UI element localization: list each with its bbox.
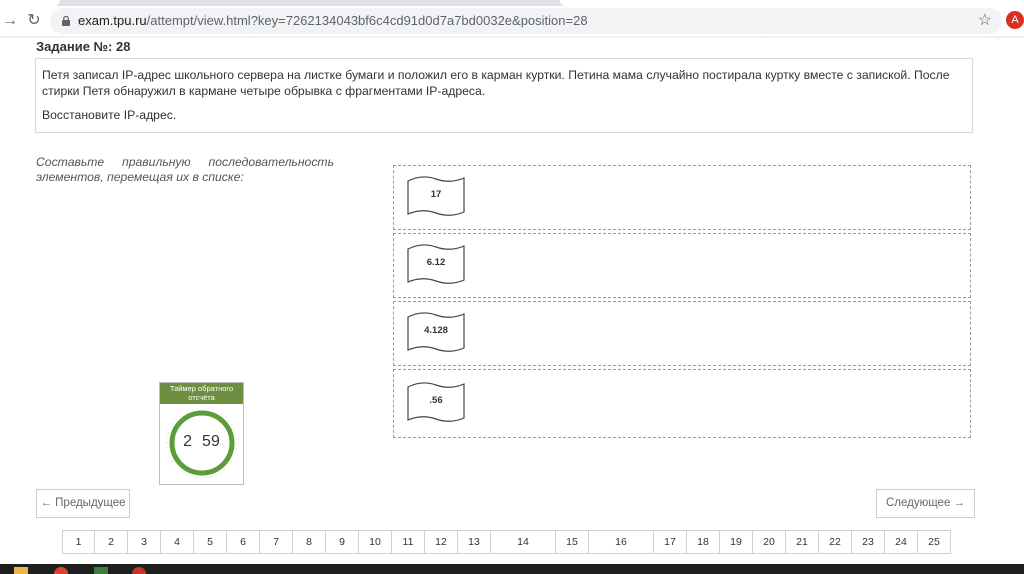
- task-text-box: Петя записал IP-адрес школьного сервера …: [35, 58, 973, 133]
- task-number: Задание №: 28: [36, 39, 131, 54]
- browser-toolbar: → ↻ exam.tpu.ru/attempt/view.html?key=72…: [0, 6, 1024, 36]
- os-taskbar: [0, 564, 1024, 574]
- paper-fragment-4[interactable]: .56: [405, 380, 467, 424]
- sortable-slot-4[interactable]: .56: [393, 369, 971, 438]
- forward-icon[interactable]: →: [0, 11, 20, 31]
- app-icon[interactable]: [94, 567, 108, 574]
- fragment-label: 17: [430, 189, 442, 200]
- address-bar[interactable]: exam.tpu.ru/attempt/view.html?key=726213…: [50, 8, 1002, 34]
- page-button[interactable]: 11: [391, 530, 425, 554]
- fragment-label: 6.12: [426, 257, 446, 268]
- sortable-slot-3[interactable]: 4.128: [393, 301, 971, 366]
- page-button[interactable]: 5: [193, 530, 227, 554]
- page-button[interactable]: 12: [424, 530, 458, 554]
- page-button[interactable]: 7: [259, 530, 293, 554]
- page-button[interactable]: 16: [588, 530, 654, 554]
- sortable-slot-1[interactable]: 17: [393, 165, 971, 230]
- page-button[interactable]: 2: [94, 530, 128, 554]
- task-paragraph: Петя записал IP-адрес школьного сервера …: [42, 68, 950, 98]
- timer-value: 2 59: [160, 433, 243, 451]
- page-button[interactable]: 6: [226, 530, 260, 554]
- page-button[interactable]: 25: [917, 530, 951, 554]
- timer-minutes: 2: [183, 433, 193, 450]
- page-button[interactable]: 18: [686, 530, 720, 554]
- page-button[interactable]: 17: [653, 530, 687, 554]
- task-question: Восстановите IP-адрес.: [42, 108, 177, 122]
- page-button[interactable]: 9: [325, 530, 359, 554]
- reload-icon[interactable]: ↻: [24, 11, 44, 31]
- timer-seconds: 59: [202, 433, 220, 450]
- toolbar-shadow: [0, 36, 1024, 39]
- instruction-text: Составьте правильную последовательность …: [36, 155, 334, 184]
- url-text[interactable]: exam.tpu.ru/attempt/view.html?key=726213…: [78, 8, 588, 34]
- page-button[interactable]: 13: [457, 530, 491, 554]
- page-button[interactable]: 8: [292, 530, 326, 554]
- lock-icon: [62, 15, 70, 26]
- paper-fragment-3[interactable]: 4.128: [405, 310, 467, 354]
- page-button[interactable]: 1: [62, 530, 95, 554]
- app-icon[interactable]: [132, 567, 146, 574]
- page-button[interactable]: 4: [160, 530, 194, 554]
- folder-icon[interactable]: [14, 567, 28, 574]
- prev-button[interactable]: ← Предыдущее: [36, 489, 130, 518]
- profile-avatar[interactable]: A: [1006, 11, 1024, 29]
- page-button[interactable]: 20: [752, 530, 786, 554]
- browser-app-icon[interactable]: [54, 567, 68, 574]
- countdown-timer: Таймер обратного отсчёта 2 59: [159, 382, 244, 485]
- paper-fragment-2[interactable]: 6.12: [405, 242, 467, 286]
- page-button[interactable]: 23: [851, 530, 885, 554]
- page-button[interactable]: 10: [358, 530, 392, 554]
- page-button[interactable]: 3: [127, 530, 161, 554]
- timer-title: Таймер обратного отсчёта: [160, 383, 243, 404]
- url-host: exam.tpu.ru: [78, 13, 147, 28]
- page-button[interactable]: 15: [555, 530, 589, 554]
- page-button[interactable]: 19: [719, 530, 753, 554]
- page-button[interactable]: 14: [490, 530, 556, 554]
- fragment-label: .56: [429, 395, 443, 406]
- sortable-slot-2[interactable]: 6.12: [393, 233, 971, 298]
- url-path: /attempt/view.html?key=7262134043bf6c4cd…: [146, 13, 588, 28]
- page-button[interactable]: 24: [884, 530, 918, 554]
- page-button[interactable]: 22: [818, 530, 852, 554]
- fragment-label: 4.128: [424, 325, 448, 336]
- question-pagination: 1 2 3 4 5 6 7 8 9 10 11 12 13 14 15 16 1…: [62, 530, 951, 554]
- paper-fragment-1[interactable]: 17: [405, 174, 467, 218]
- bookmark-star-icon[interactable]: ☆: [978, 8, 992, 34]
- page-button[interactable]: 21: [785, 530, 819, 554]
- next-button[interactable]: Следующее →: [876, 489, 975, 518]
